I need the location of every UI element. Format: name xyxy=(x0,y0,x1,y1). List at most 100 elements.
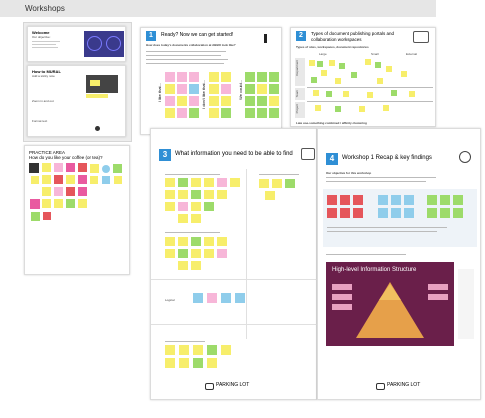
sticky-note[interactable] xyxy=(178,237,188,246)
sticky-note[interactable] xyxy=(335,78,341,84)
sticky-note[interactable] xyxy=(165,72,175,82)
sticky-note[interactable] xyxy=(217,178,227,187)
sticky-note[interactable] xyxy=(404,208,414,218)
sticky-note[interactable] xyxy=(269,72,279,82)
sticky-note[interactable] xyxy=(113,164,122,173)
sticky-note[interactable] xyxy=(207,293,217,303)
sticky-note[interactable] xyxy=(189,96,199,106)
sticky-note[interactable] xyxy=(221,108,231,118)
sticky-note[interactable] xyxy=(191,190,201,199)
sticky-note[interactable] xyxy=(114,176,122,184)
sticky-note[interactable] xyxy=(165,358,175,368)
sticky-note[interactable] xyxy=(178,190,188,199)
sticky-note[interactable] xyxy=(54,175,63,184)
sticky-note[interactable] xyxy=(90,176,98,184)
sticky-note[interactable] xyxy=(339,63,345,69)
frame-4[interactable]: 4 Workshop 1 Recap & key findings Our ob… xyxy=(317,128,481,400)
sticky-note[interactable] xyxy=(235,293,245,303)
sticky-note[interactable] xyxy=(165,108,175,118)
sticky-note[interactable] xyxy=(221,96,231,106)
practice-frame[interactable]: PRACTICE AREA How do you like your coffe… xyxy=(24,145,130,275)
sticky-note[interactable] xyxy=(391,208,401,218)
sticky-note[interactable] xyxy=(221,72,231,82)
sticky-note[interactable] xyxy=(391,195,401,205)
sticky-note[interactable] xyxy=(191,249,201,258)
sticky-note[interactable] xyxy=(375,62,381,68)
sticky-note[interactable] xyxy=(209,96,219,106)
sticky-note[interactable] xyxy=(165,84,175,94)
sticky-note[interactable] xyxy=(66,199,75,208)
sticky-note[interactable] xyxy=(178,261,188,270)
sticky-note[interactable] xyxy=(440,208,450,218)
sticky-note[interactable] xyxy=(209,72,219,82)
sticky-note[interactable] xyxy=(230,178,240,187)
sticky-note[interactable] xyxy=(78,187,87,196)
sticky-note[interactable] xyxy=(209,108,219,118)
sticky-note[interactable] xyxy=(31,212,40,221)
sticky-note[interactable] xyxy=(257,108,267,118)
sticky-note[interactable] xyxy=(257,84,267,94)
sticky-note[interactable] xyxy=(193,358,203,368)
sticky-note[interactable] xyxy=(165,202,175,211)
sticky-note[interactable] xyxy=(327,195,337,205)
sticky-note[interactable] xyxy=(29,163,39,173)
sticky-note[interactable] xyxy=(42,163,51,172)
sticky-note[interactable] xyxy=(453,195,463,205)
sticky-note[interactable] xyxy=(177,96,187,106)
sticky-note[interactable] xyxy=(54,163,63,172)
sticky-note[interactable] xyxy=(165,249,175,258)
sticky-note[interactable] xyxy=(285,179,295,188)
sticky-note[interactable] xyxy=(217,237,227,246)
frame-2[interactable]: 2 Types of document publishing portals a… xyxy=(290,27,436,127)
sticky-note[interactable] xyxy=(409,91,415,97)
sticky-note[interactable] xyxy=(204,202,214,211)
welcome-frame[interactable]: Welcome Our objective: xyxy=(27,26,126,62)
sticky-note[interactable] xyxy=(43,212,51,220)
sticky-note[interactable] xyxy=(329,60,335,66)
sticky-note[interactable] xyxy=(440,195,450,205)
sticky-note[interactable] xyxy=(42,199,51,208)
sticky-note[interactable] xyxy=(367,92,373,98)
sticky-note[interactable] xyxy=(179,358,189,368)
sticky-note[interactable] xyxy=(313,90,319,96)
sticky-note[interactable] xyxy=(78,163,87,172)
sticky-note[interactable] xyxy=(42,175,51,184)
sticky-note[interactable] xyxy=(54,199,63,208)
sticky-note[interactable] xyxy=(42,187,51,196)
sticky-note[interactable] xyxy=(30,199,40,209)
sticky-note[interactable] xyxy=(204,190,214,199)
sticky-note[interactable] xyxy=(386,66,392,72)
sticky-note[interactable] xyxy=(209,84,219,94)
sticky-note[interactable] xyxy=(189,108,199,118)
sticky-note[interactable] xyxy=(326,91,332,97)
sticky-note[interactable] xyxy=(179,345,189,355)
sticky-note[interactable] xyxy=(204,237,214,246)
frame-3[interactable]: 3 What information you need to be able t… xyxy=(150,128,318,400)
sticky-note[interactable] xyxy=(245,108,255,118)
sticky-note[interactable] xyxy=(259,179,269,188)
sticky-note[interactable] xyxy=(189,84,199,94)
sticky-note[interactable] xyxy=(78,199,87,208)
sticky-note[interactable] xyxy=(401,71,407,77)
sticky-note[interactable] xyxy=(353,208,363,218)
how-to-frame[interactable]: How to MURAL Add a sticky note Zoom in a… xyxy=(27,65,126,137)
sticky-note[interactable] xyxy=(427,195,437,205)
sticky-note[interactable] xyxy=(383,105,389,111)
sticky-note[interactable] xyxy=(66,163,75,172)
sticky-note[interactable] xyxy=(245,96,255,106)
sticky-note[interactable] xyxy=(78,175,87,184)
sticky-note[interactable] xyxy=(404,195,414,205)
sticky-note[interactable] xyxy=(269,96,279,106)
sticky-note[interactable] xyxy=(269,84,279,94)
sticky-note[interactable] xyxy=(54,187,63,196)
sticky-note[interactable] xyxy=(309,60,315,66)
sticky-note[interactable] xyxy=(269,108,279,118)
sticky-note[interactable] xyxy=(165,237,175,246)
sticky-note[interactable] xyxy=(178,249,188,258)
sticky-note[interactable] xyxy=(340,195,350,205)
sticky-note[interactable] xyxy=(193,293,203,303)
sticky-note[interactable] xyxy=(178,178,188,187)
sticky-note[interactable] xyxy=(204,178,214,187)
sticky-note[interactable] xyxy=(204,249,214,258)
sticky-note[interactable] xyxy=(343,91,349,97)
